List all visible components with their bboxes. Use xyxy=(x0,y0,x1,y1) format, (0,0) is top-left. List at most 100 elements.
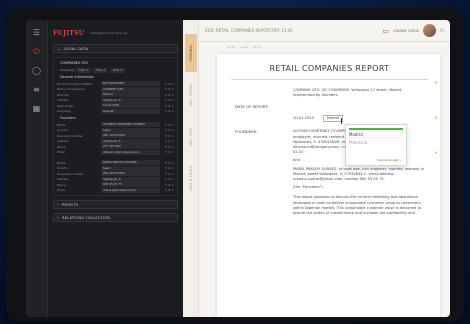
group-companies: COMPANIES CEO Company Filter 1 Filter 2 … xyxy=(53,57,178,196)
field-value[interactable]: Madrid xyxy=(101,92,160,98)
field-value[interactable]: Velázquez, 5 xyxy=(101,138,160,144)
row-actions[interactable]: ✎ ⧉ × xyxy=(162,150,174,154)
lock-icon[interactable]: ⏻ xyxy=(32,47,42,57)
app-screen: ☰ ⏻ ◯ ≡ ▦ FUJITSU Intelligent Data Servi… xyxy=(26,20,450,317)
check-icon[interactable]: ✔ xyxy=(435,150,438,155)
field-label: Date of sign xyxy=(57,103,74,108)
row-actions[interactable]: ✎ ⧉ × xyxy=(162,188,174,192)
section-profits[interactable]: › PROFITS xyxy=(53,200,178,209)
city-dropdown[interactable]: Madrid Provincia Cancel Accept ✓ xyxy=(345,124,407,166)
row-actions[interactable]: ✎ ⧉ × xyxy=(162,177,174,181)
founders-label: FOUNDERS: xyxy=(235,129,258,135)
format-buttons[interactable]: B I U xyxy=(254,45,261,49)
chat-icon[interactable]: ▭ xyxy=(382,27,389,35)
check-icon[interactable]: ✔ xyxy=(435,80,438,85)
field-row: Address Velázquez, 5 ✎ ⧉ × xyxy=(57,138,174,145)
field-row: Document type identifier B77300499987 ✎ ⧉ … xyxy=(57,81,174,87)
chevron-right-icon: › xyxy=(57,214,59,221)
date-row: DATE OF REPORT: 10-01-2020 Madrid xyxy=(235,104,424,123)
row-actions[interactable]: ✎ ⧉ × xyxy=(162,93,174,97)
field-value[interactable]: 665 55 05 75 xyxy=(101,182,160,188)
field-value[interactable]: ALFONSO MARTÍNEZ OCAMPO xyxy=(101,122,160,128)
field-value[interactable]: Spain xyxy=(101,165,160,171)
row-actions[interactable]: ✎ ⧉ × xyxy=(162,166,174,170)
filters: Company Filter 1 Filter 2 Filter 3 xyxy=(57,67,174,73)
field-value[interactable]: maria.p@company.com xyxy=(101,187,160,193)
field-label: Phone xyxy=(57,182,66,187)
section-legal-data[interactable]: ⌄ LEGAL DATA xyxy=(53,44,178,53)
row-actions[interactable]: ✎ ⧉ × xyxy=(162,82,174,86)
field-label: Name xyxy=(57,122,66,127)
tablet-device: ☰ ⏻ ◯ ≡ ▦ FUJITSU Intelligent Data Servi… xyxy=(6,8,464,322)
row-actions[interactable]: ✎ ⧉ × xyxy=(162,139,174,143)
document-title: EDIC RETAIL COMPANIES REPORT.PDF 13:45 xyxy=(205,28,293,33)
divider xyxy=(231,79,428,80)
row-actions[interactable]: ✎ ⧉ × xyxy=(162,172,174,176)
data-panel: FUJITSU Intelligent Data Services ⌄ LEGA… xyxy=(48,20,183,317)
row-actions[interactable]: ✎ ⧉ × xyxy=(162,87,174,91)
field-value[interactable]: 677 423 000 xyxy=(101,144,160,150)
field-value[interactable]: COMPANY CEO xyxy=(101,86,160,92)
field-row: Language Spanish ✎ ⧉ × xyxy=(57,108,174,115)
fujitsu-logo: FUJITSU xyxy=(53,29,85,37)
filter-pill[interactable]: Filter 2 xyxy=(93,67,109,73)
row-actions[interactable]: ✎ ⧉ × xyxy=(162,109,174,113)
check-icon[interactable]: ✔ xyxy=(435,115,438,120)
field-value[interactable]: MARÍA PRADOS SUÁREZ xyxy=(101,160,160,166)
field-row: Country Spain ✎ ⧉ × xyxy=(57,127,174,134)
row-actions[interactable]: ✎ ⧉ × xyxy=(162,123,174,127)
field-value[interactable]: B77300499987 xyxy=(101,81,160,87)
field-label: Country xyxy=(57,166,69,171)
power-icon[interactable]: ⏻ xyxy=(440,28,444,34)
row-actions[interactable]: ✎ ⧉ × xyxy=(162,104,174,108)
field-value[interactable]: DNI 12345678A xyxy=(101,133,160,139)
founder-rows: Name ALFONSO MARTÍNEZ OCAMPO ✎ ⧉ × Country S… xyxy=(57,122,174,155)
date-value[interactable]: 10-01-2020 xyxy=(293,115,314,121)
brand-subtitle: Intelligent Data Services xyxy=(90,31,128,35)
filter-pill[interactable]: Filter 3 xyxy=(110,67,125,73)
field-row: Name and surname COMPANY CEO ✎ ⧉ × xyxy=(57,86,174,93)
row-actions[interactable]: ✎ ⧉ × xyxy=(162,134,174,138)
chevron-right-icon: › xyxy=(57,201,59,208)
field-row: Address Velázquez, 5 ✎ ⧉ × xyxy=(57,97,174,104)
font-family-select[interactable]: Arial xyxy=(241,45,248,49)
field-row: Province Madrid ✎ ⧉ × xyxy=(57,92,174,98)
tab-data-tools[interactable]: DATA & TOOLS xyxy=(185,160,197,198)
dropdown-option-provincia[interactable]: Provincia xyxy=(349,137,403,146)
avatar[interactable] xyxy=(423,24,437,37)
field-value[interactable]: Velázquez, 5 xyxy=(101,176,160,182)
tab-original[interactable]: ORIGINAL xyxy=(184,34,197,72)
field-value[interactable]: DNI 12345678A xyxy=(101,171,160,177)
building-icon[interactable]: ▦ xyxy=(32,104,42,114)
list-icon[interactable]: ≡ xyxy=(32,85,42,95)
field-value[interactable]: Spain xyxy=(101,127,160,133)
row-actions[interactable]: ✎ ⧉ × xyxy=(162,128,174,132)
field-value[interactable]: 10-01-2020 xyxy=(101,103,160,109)
row-actions[interactable]: ✎ ⧉ × xyxy=(162,98,174,102)
dropdown-option-madrid[interactable]: Madrid xyxy=(349,128,403,137)
section-relations[interactable]: › RELATIONS COLLECTION xyxy=(53,213,178,222)
closing-text: This report proposes to discuss the curr… xyxy=(293,195,422,216)
field-row: Phone 665 55 05 75 ✎ ⧉ × xyxy=(57,182,174,188)
field-label: Document number xyxy=(57,133,84,138)
field-label: Address xyxy=(57,139,69,144)
field-label: Email xyxy=(57,188,65,193)
field-row: Email alfonso.m@company.com ✎ ⧉ × xyxy=(57,149,174,156)
font-size-select[interactable]: 10 pt xyxy=(227,45,235,49)
tab-doc-text[interactable]: DOC. TEXT xyxy=(185,118,197,156)
filter-pill[interactable]: Filter 1 xyxy=(76,67,92,73)
document-page[interactable]: RETAIL COMPANIES REPORT COMPANY CEO, CIF… xyxy=(217,54,440,317)
field-row: Country Spain ✎ ⧉ × xyxy=(57,165,174,172)
field-row: Name ALFONSO MARTÍNEZ OCAMPO ✎ ⧉ × xyxy=(57,122,174,128)
globe-icon[interactable]: ◯ xyxy=(32,66,42,76)
tab-doc-editor[interactable]: DOC. EDITOR xyxy=(185,76,197,114)
menu-icon[interactable]: ☰ xyxy=(32,28,42,38)
row-actions[interactable]: ✎ ⧉ × xyxy=(162,161,174,165)
row-actions[interactable]: ✎ ⧉ × xyxy=(162,183,174,187)
dropdown-actions[interactable]: Cancel Accept ✓ xyxy=(377,158,402,162)
founders-note: (the "Founders"). xyxy=(293,185,324,190)
field-value[interactable]: Spanish xyxy=(101,108,160,114)
row-actions[interactable]: ✎ ⧉ × xyxy=(162,145,174,149)
field-value[interactable]: alfonso.m@company.com xyxy=(101,149,160,155)
field-value[interactable]: Velázquez, 5 xyxy=(101,97,160,103)
